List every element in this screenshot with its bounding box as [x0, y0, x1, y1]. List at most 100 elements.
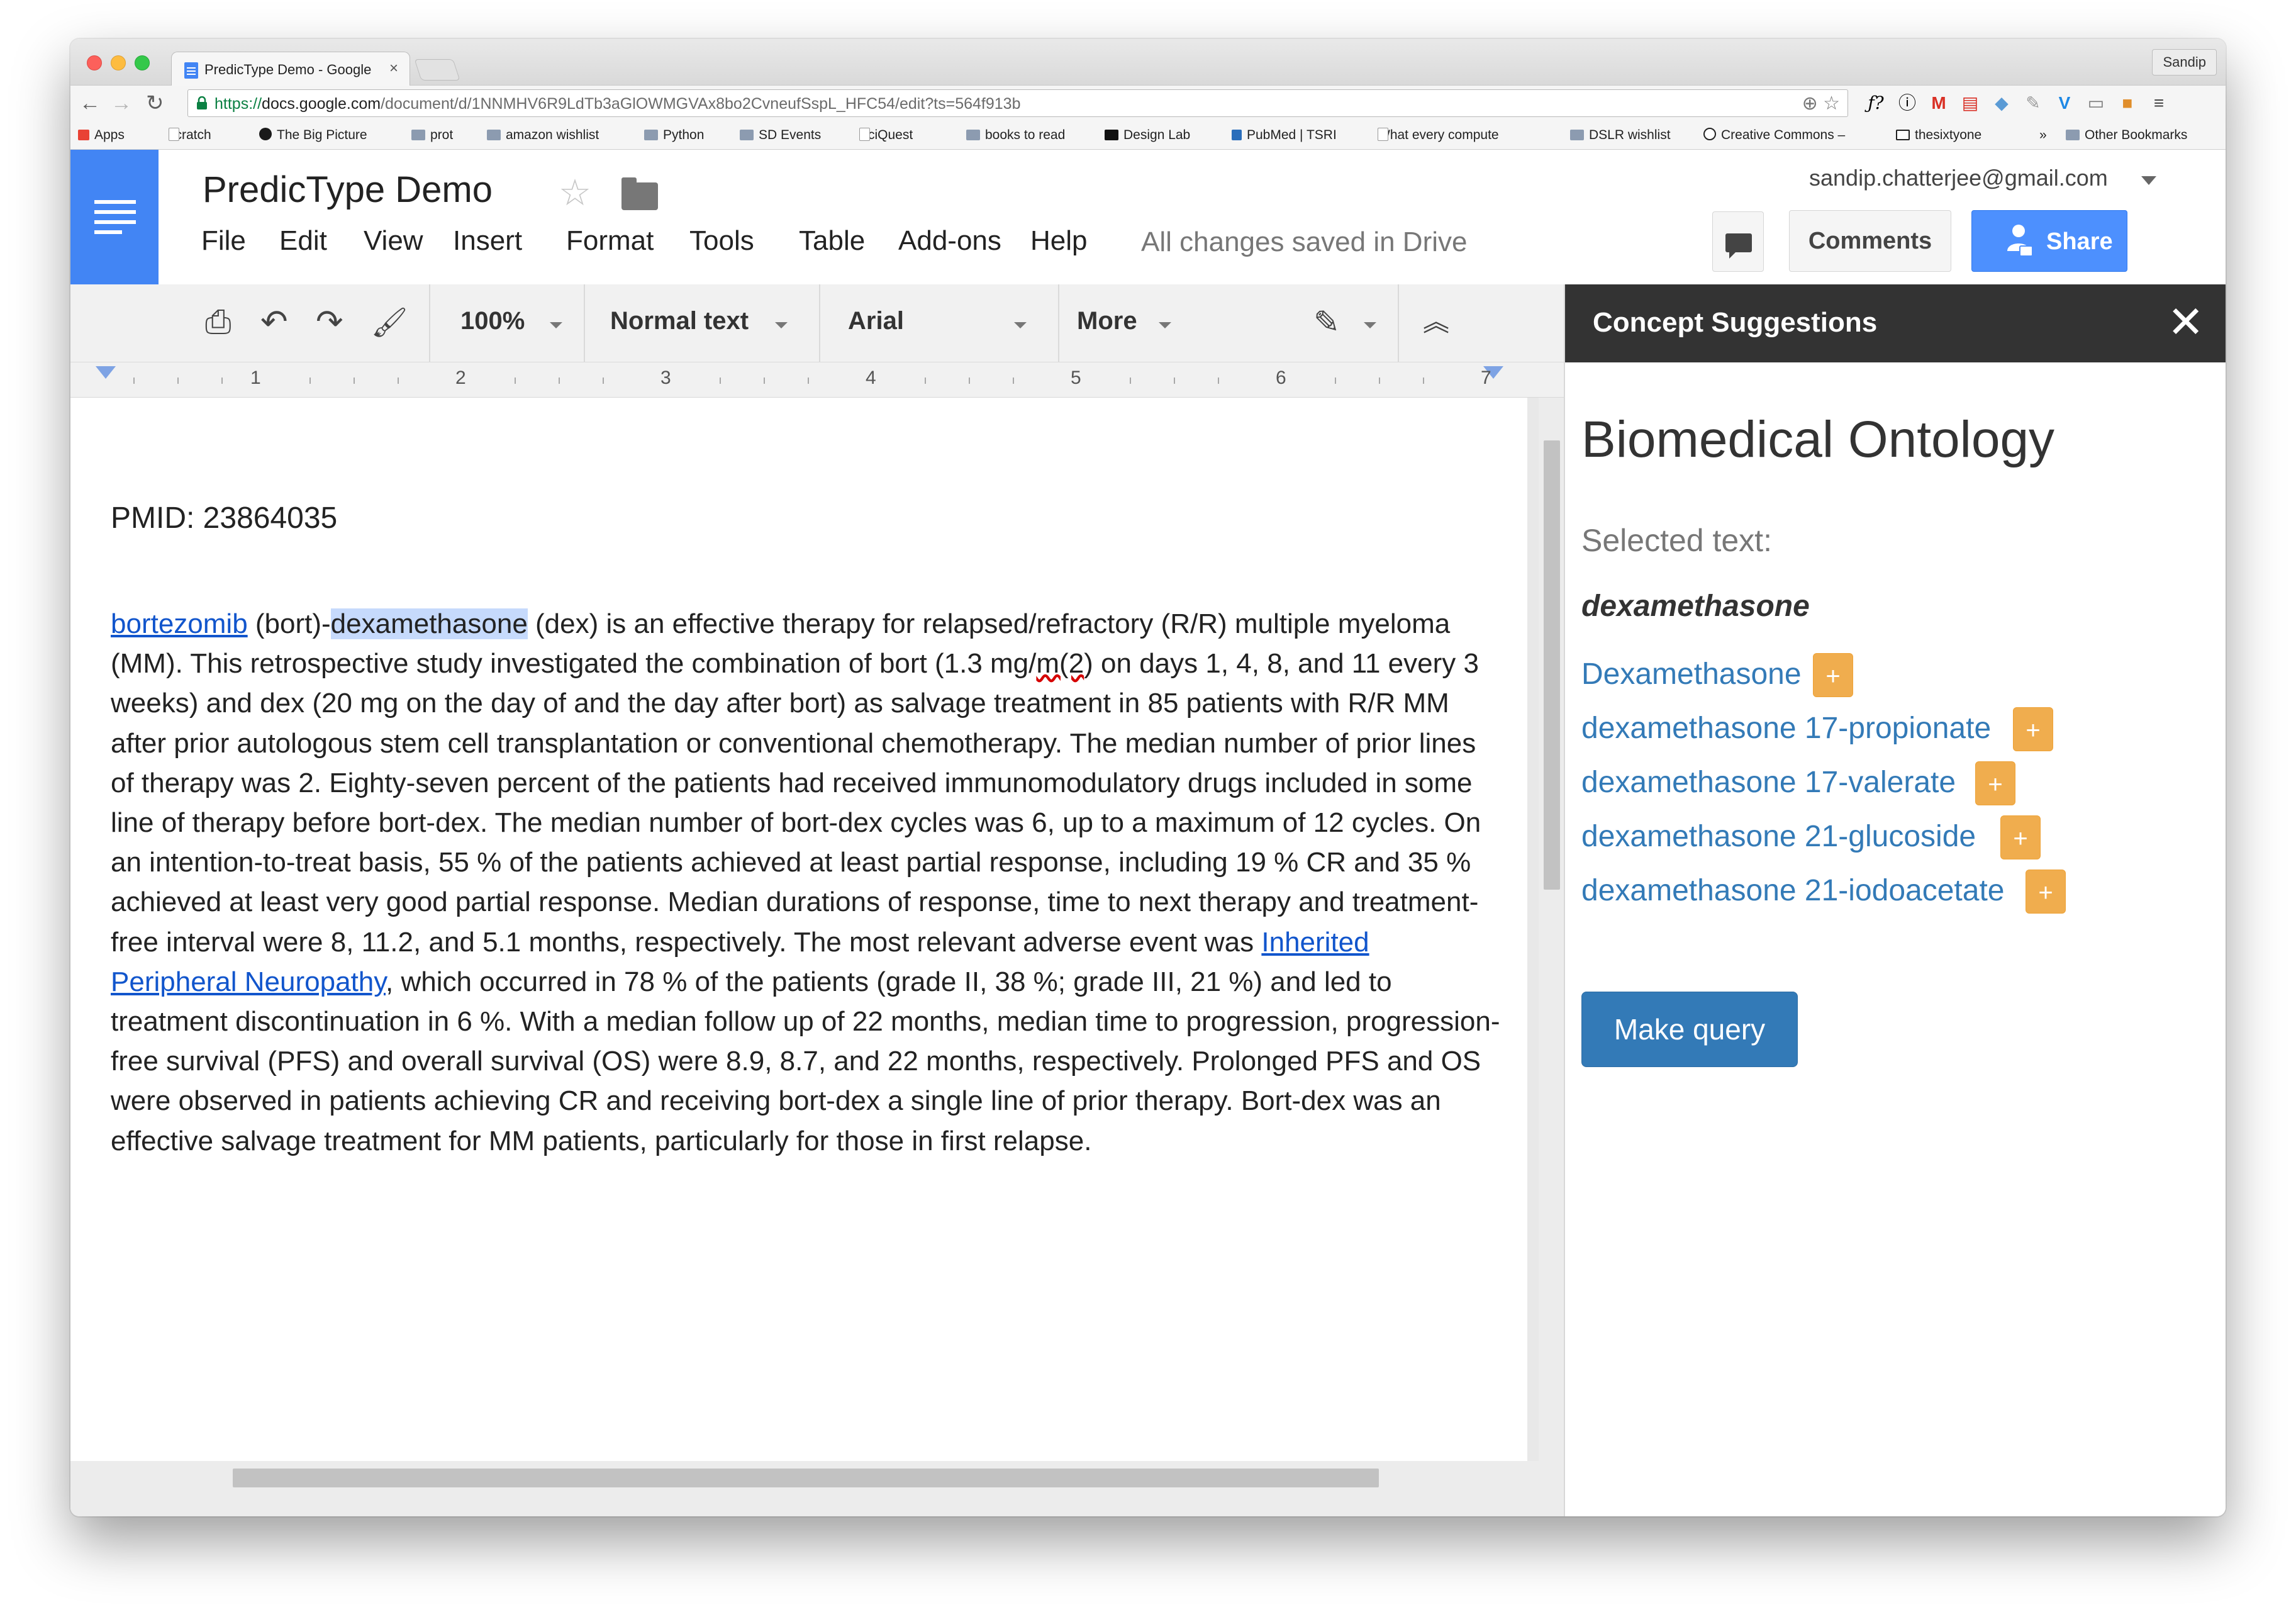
close-icon[interactable]: ✕ — [2167, 298, 2204, 346]
forward-arrow-icon[interactable]: → — [111, 89, 132, 117]
profile-button[interactable]: Sandip — [2152, 49, 2217, 76]
menu-format[interactable]: Format — [566, 225, 654, 257]
bookmark-thesixtyone[interactable]: thesixtyone — [1896, 128, 1981, 143]
style-caret-icon[interactable] — [775, 322, 788, 328]
concept-link[interactable]: Dexamethasone — [1581, 657, 1802, 691]
comments-button[interactable]: Comments — [1789, 210, 1951, 272]
star-icon[interactable]: ☆ — [559, 171, 591, 214]
info-extension-icon[interactable]: ⓘ — [1895, 92, 1920, 115]
share-button[interactable]: Share — [1971, 210, 2127, 272]
bookmark-amazon-wishlist[interactable]: amazon wishlist — [487, 128, 599, 143]
horizontal-scrollbar[interactable] — [70, 1461, 1539, 1516]
add-concept-button[interactable]: + — [1813, 653, 1853, 697]
add-concept-button[interactable]: + — [1975, 761, 2015, 805]
undo-icon[interactable]: ↶ — [260, 303, 288, 341]
bookmark-prot[interactable]: prot — [411, 128, 453, 143]
document-title[interactable]: PredicType Demo — [203, 169, 493, 211]
vertical-scroll-thumb[interactable] — [1544, 440, 1560, 890]
menu-edit[interactable]: Edit — [279, 225, 327, 257]
print-icon[interactable]: ⎙ — [205, 303, 231, 341]
add-concept-button[interactable]: + — [2000, 815, 2041, 859]
bookmark-creative-commons[interactable]: Creative Commons – — [1703, 128, 1845, 143]
redo-icon[interactable]: ↷ — [316, 303, 343, 341]
docs-header: PredicType Demo ☆ File Edit View Insert … — [70, 150, 2226, 284]
chrome-menu-icon[interactable]: ≡ — [2146, 92, 2171, 115]
menu-table[interactable]: Table — [799, 225, 865, 257]
more-menu[interactable]: More — [1077, 307, 1137, 335]
menu-help[interactable]: Help — [1030, 225, 1088, 257]
minimize-window-button[interactable] — [111, 55, 126, 70]
bookmark-books-to-read[interactable]: books to read — [966, 128, 1065, 143]
more-caret-icon[interactable] — [1159, 322, 1171, 328]
make-query-button[interactable]: Make query — [1581, 992, 1798, 1067]
add-concept-button[interactable]: + — [2026, 870, 2066, 914]
bookmark-dslr-wishlist[interactable]: DSLR wishlist — [1570, 128, 1671, 143]
menu-insert[interactable]: Insert — [453, 225, 522, 257]
pmid-line: PMID: 23864035 — [111, 501, 338, 535]
bookmark-apps[interactable]: Apps — [78, 128, 125, 143]
font-select[interactable]: Arial — [848, 307, 904, 335]
abstract-paragraph[interactable]: bortezomib (bort)-dexamethasone (dex) is… — [111, 604, 1501, 1161]
bookmark-what-every-compute[interactable]: What every compute — [1378, 128, 1499, 143]
editing-mode-pencil-icon[interactable]: ✎ — [1313, 303, 1340, 341]
selected-text-dexamethasone[interactable]: dexamethasone — [330, 608, 528, 639]
puzzle-extension-icon[interactable]: ◆ — [1989, 92, 2014, 115]
save-status[interactable]: All changes saved in Drive — [1141, 227, 1467, 258]
concept-link[interactable]: dexamethasone 21-iodoacetate — [1581, 873, 2005, 908]
formula-extension-icon[interactable]: ƒ? — [1863, 92, 1888, 115]
menu-tools[interactable]: Tools — [689, 225, 754, 257]
new-tab-button[interactable] — [414, 59, 460, 81]
bookmark-scratch[interactable]: scratch — [169, 128, 211, 143]
page-icon — [859, 128, 870, 141]
docs-home-button[interactable] — [70, 150, 159, 284]
bookmark-sd-events[interactable]: SD Events — [740, 128, 821, 143]
concept-link[interactable]: dexamethasone 21-glucoside — [1581, 819, 1976, 854]
tab-close-icon[interactable]: × — [389, 60, 398, 77]
font-caret-icon[interactable] — [1014, 322, 1027, 328]
new-badge-extension-icon[interactable]: ▤ — [1958, 92, 1983, 115]
menu-view[interactable]: View — [364, 225, 423, 257]
zoom-window-button[interactable] — [135, 55, 150, 70]
menu-file[interactable]: File — [201, 225, 246, 257]
honey-extension-icon[interactable]: ■ — [2115, 92, 2140, 115]
bookmark-the-big-picture[interactable]: The Big Picture — [259, 128, 367, 143]
document-page[interactable]: PMID: 23864035 bortezomib (bort)-dexamet… — [70, 398, 1527, 1461]
bookmarks-overflow-chevron[interactable]: » — [2039, 128, 2047, 143]
horizontal-scroll-thumb[interactable] — [233, 1469, 1379, 1487]
mode-caret-icon[interactable] — [1364, 322, 1376, 328]
add-concept-button[interactable]: + — [2013, 707, 2053, 751]
ruler-tick — [1423, 378, 1424, 384]
bookmark-sciquest[interactable]: SciQuest — [859, 128, 913, 143]
zoom-caret-icon[interactable] — [550, 322, 562, 328]
account-caret-icon[interactable] — [2141, 176, 2156, 185]
close-window-button[interactable] — [87, 55, 102, 70]
concept-link[interactable]: dexamethasone 17-propionate — [1581, 711, 1991, 746]
vertical-scrollbar[interactable] — [1539, 398, 1564, 1516]
bortezomib-link[interactable]: bortezomib — [111, 608, 248, 639]
left-indent-marker[interactable] — [96, 366, 116, 379]
account-email[interactable]: sandip.chatterjee@gmail.com — [1809, 165, 2108, 191]
style-select[interactable]: Normal text — [610, 307, 749, 335]
reload-icon[interactable]: ↻ — [146, 89, 164, 117]
collapse-menu-icon[interactable]: ︽ — [1423, 303, 1449, 341]
cast-icon[interactable]: ▭ — [2083, 92, 2109, 115]
bookmark-python[interactable]: Python — [644, 128, 704, 143]
key-extension-icon[interactable]: ✎ — [2020, 92, 2046, 115]
tab-predictype-demo[interactable]: PredicType Demo - Google × — [171, 52, 410, 86]
bookmark-pubmed-tsri[interactable]: PubMed | TSRI — [1232, 128, 1337, 143]
v-extension-icon[interactable]: V — [2052, 92, 2077, 115]
zoom-select[interactable]: 100% — [460, 307, 525, 335]
bookmark-design-lab[interactable]: Design Lab — [1105, 128, 1190, 143]
address-bar[interactable]: https://docs.google.com/document/d/1NNMH… — [187, 89, 1848, 117]
menu-add-ons[interactable]: Add-ons — [898, 225, 1001, 257]
zoom-icon[interactable]: ⊕ — [1802, 93, 1818, 114]
back-arrow-icon[interactable]: ← — [79, 89, 101, 117]
concept-link[interactable]: dexamethasone 17-valerate — [1581, 765, 1956, 800]
spelling-error-text[interactable]: m(2 — [1036, 648, 1084, 679]
bookmark-star-icon[interactable]: ☆ — [1823, 93, 1840, 114]
paint-format-icon[interactable]: 🖌 — [371, 303, 408, 341]
gmail-extension-icon[interactable]: M — [1926, 92, 1951, 115]
chat-button[interactable] — [1712, 211, 1764, 272]
move-to-folder-icon[interactable] — [621, 177, 658, 210]
bookmark-other-bookmarks[interactable]: Other Bookmarks — [2066, 128, 2187, 143]
